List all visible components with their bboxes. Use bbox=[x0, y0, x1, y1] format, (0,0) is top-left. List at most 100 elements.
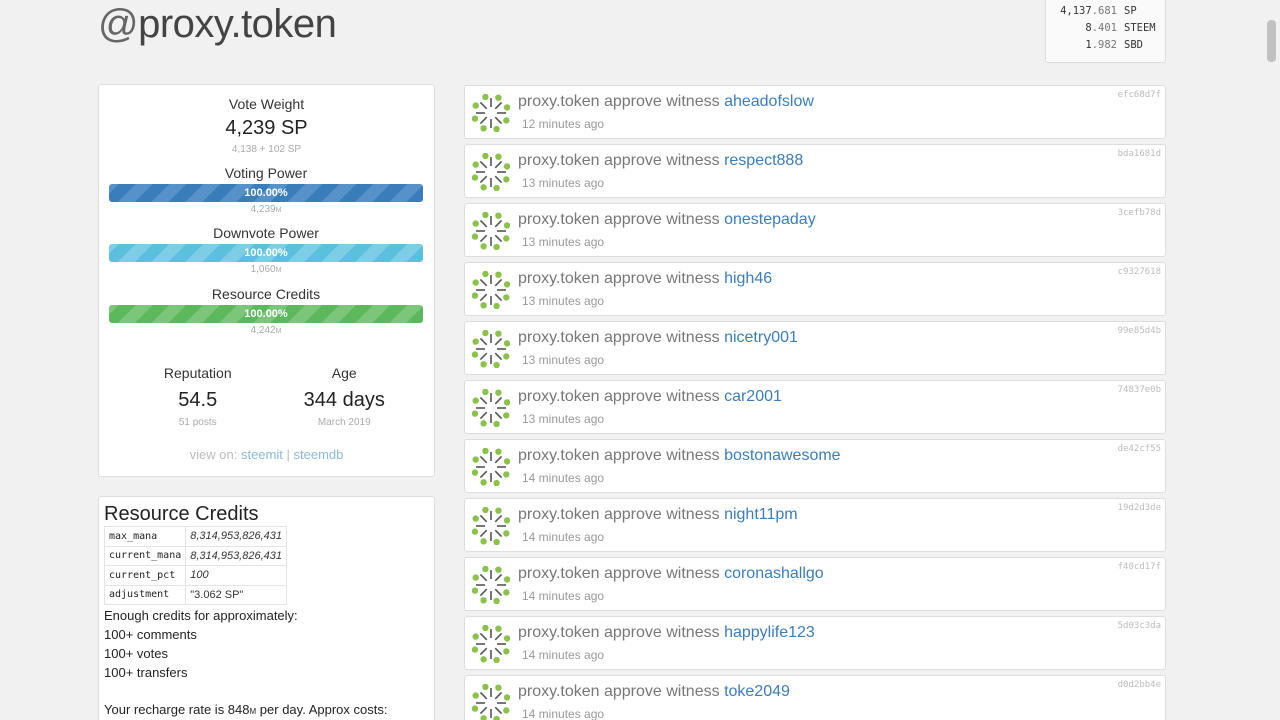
join-date: March 2019 bbox=[317, 417, 371, 428]
list-item: proxy.token approve witness respect888 13… bbox=[464, 144, 1166, 198]
op-actor[interactable]: proxy.token bbox=[518, 329, 600, 346]
op-actor[interactable]: proxy.token bbox=[518, 152, 600, 169]
op-actor[interactable]: proxy.token bbox=[518, 270, 600, 287]
op-witness-link[interactable]: car2001 bbox=[724, 388, 782, 405]
table-row: max_mana 8,314,953,826,431 bbox=[103, 526, 288, 547]
op-description: proxy.token approve witness onestepaday bbox=[518, 211, 816, 229]
list-item: proxy.token approve witness bostonawesom… bbox=[464, 439, 1166, 493]
scrollbar[interactable] bbox=[1263, 0, 1280, 720]
avatar-icon[interactable] bbox=[471, 506, 511, 546]
vote-weight-value: 4,239 SP bbox=[225, 117, 308, 139]
rc-key: current_mana bbox=[103, 545, 187, 566]
op-action: approve witness bbox=[603, 447, 720, 464]
op-actor[interactable]: proxy.token bbox=[518, 93, 600, 110]
balance-sp-int: 4,137 bbox=[1060, 5, 1092, 17]
avatar-icon[interactable] bbox=[471, 624, 511, 664]
op-witness-link[interactable]: bostonawesome bbox=[724, 447, 841, 464]
balance-steem-dec: .401 bbox=[1091, 22, 1117, 34]
op-actor[interactable]: proxy.token bbox=[518, 506, 600, 523]
rc-recharge-suffix: per day. Approx costs: bbox=[256, 702, 388, 717]
page: @proxy.token 4,137.681 SP 8.401 STEEM 1.… bbox=[0, 0, 1280, 720]
balance-sp: 4,137.681 SP bbox=[1046, 3, 1157, 20]
op-witness-link[interactable]: coronashallgo bbox=[724, 565, 824, 582]
op-tx-hash[interactable]: 74837e0b bbox=[1118, 385, 1161, 395]
op-timestamp: 13 minutes ago bbox=[522, 294, 605, 308]
age-label: Age bbox=[331, 365, 357, 381]
op-tx-hash[interactable]: f40cd17f bbox=[1118, 562, 1161, 572]
voting-power-unit: M bbox=[275, 207, 282, 214]
op-action: approve witness bbox=[603, 683, 720, 700]
op-description: proxy.token approve witness coronashallg… bbox=[518, 565, 824, 583]
op-actor[interactable]: proxy.token bbox=[518, 624, 600, 641]
balance-sp-dec: .681 bbox=[1091, 5, 1117, 17]
avatar-icon[interactable] bbox=[471, 447, 511, 487]
downvote-power-block: Downvote Power 100.00% 1,060M bbox=[109, 225, 423, 275]
list-item: proxy.token approve witness nicetry001 13… bbox=[464, 321, 1166, 375]
resource-credits-sub: 4,242M bbox=[109, 325, 423, 336]
op-actor[interactable]: proxy.token bbox=[518, 211, 600, 228]
downvote-power-unit: M bbox=[275, 267, 282, 274]
rc-value: 8,314,953,826,431 bbox=[185, 526, 288, 547]
view-on-separator: | bbox=[286, 447, 290, 462]
op-timestamp: 13 minutes ago bbox=[522, 176, 605, 190]
op-witness-link[interactable]: aheadofslow bbox=[724, 93, 814, 110]
op-witness-link[interactable]: toke2049 bbox=[724, 683, 790, 700]
op-witness-link[interactable]: onestepaday bbox=[724, 211, 816, 228]
scrollbar-thumb[interactable] bbox=[1267, 20, 1276, 62]
avatar-icon[interactable] bbox=[471, 388, 511, 428]
vote-weight-breakdown: 4,138 + 102 SP bbox=[231, 144, 302, 155]
list-item: proxy.token approve witness night11pm 14 … bbox=[464, 498, 1166, 552]
op-timestamp: 12 minutes ago bbox=[522, 117, 605, 131]
op-witness-link[interactable]: happylife123 bbox=[724, 624, 815, 641]
op-witness-link[interactable]: nicetry001 bbox=[724, 329, 798, 346]
op-witness-link[interactable]: respect888 bbox=[724, 152, 803, 169]
avatar-icon[interactable] bbox=[471, 270, 511, 310]
resource-credits-panel: Resource Credits max_mana 8,314,953,826,4… bbox=[98, 496, 435, 720]
op-description: proxy.token approve witness high46 bbox=[518, 270, 772, 288]
op-tx-hash[interactable]: c9327618 bbox=[1118, 267, 1161, 277]
op-actor[interactable]: proxy.token bbox=[518, 683, 600, 700]
avatar-icon[interactable] bbox=[471, 329, 511, 369]
op-tx-hash[interactable]: efc68d7f bbox=[1118, 90, 1161, 100]
rc-comments: 100+ comments bbox=[104, 627, 197, 642]
op-description: proxy.token approve witness respect888 bbox=[518, 152, 803, 170]
op-timestamp: 13 minutes ago bbox=[522, 235, 605, 249]
op-tx-hash[interactable]: 3cefb78d bbox=[1118, 208, 1161, 218]
voting-power-block: Voting Power 100.00% 4,239M bbox=[109, 165, 423, 215]
op-actor[interactable]: proxy.token bbox=[518, 565, 600, 582]
op-actor[interactable]: proxy.token bbox=[518, 447, 600, 464]
op-tx-hash[interactable]: d0d2bb4e bbox=[1118, 680, 1161, 690]
balance-sbd-symbol: SBD bbox=[1124, 39, 1143, 51]
steemit-link[interactable]: steemit bbox=[241, 447, 283, 462]
op-tx-hash[interactable]: 99e85d4b bbox=[1118, 326, 1161, 336]
balance-sbd-dec: .982 bbox=[1091, 39, 1117, 51]
balance-sp-symbol: SP bbox=[1124, 5, 1137, 17]
steemdb-link[interactable]: steemdb bbox=[294, 447, 344, 462]
rc-enough-text: Enough credits for approximately: bbox=[104, 608, 298, 623]
avatar-icon[interactable] bbox=[471, 93, 511, 133]
voting-power-sub: 4,239M bbox=[109, 204, 423, 215]
op-tx-hash[interactable]: bda1681d bbox=[1118, 149, 1161, 159]
list-item: proxy.token approve witness happylife123… bbox=[464, 616, 1166, 670]
rc-key: adjustment bbox=[103, 584, 187, 605]
rc-votes: 100+ votes bbox=[104, 646, 168, 661]
op-timestamp: 14 minutes ago bbox=[522, 530, 605, 544]
avatar-icon[interactable] bbox=[471, 565, 511, 605]
downvote-power-sub: 1,060M bbox=[109, 264, 423, 275]
op-description: proxy.token approve witness nicetry001 bbox=[518, 329, 798, 347]
rc-key: max_mana bbox=[103, 526, 187, 547]
rc-key: current_pct bbox=[103, 565, 187, 586]
op-tx-hash[interactable]: 19d2d3de bbox=[1118, 503, 1161, 513]
account-stats-panel: Vote Weight 4,239 SP 4,138 + 102 SP Voti… bbox=[98, 84, 435, 477]
avatar-icon[interactable] bbox=[471, 152, 511, 192]
op-witness-link[interactable]: night11pm bbox=[724, 506, 798, 523]
op-tx-hash[interactable]: 5d03c3da bbox=[1118, 621, 1161, 631]
list-item: proxy.token approve witness car2001 13 mi… bbox=[464, 380, 1166, 434]
avatar-icon[interactable] bbox=[471, 683, 511, 720]
downvote-power-label: Downvote Power bbox=[213, 225, 319, 241]
op-witness-link[interactable]: high46 bbox=[724, 270, 772, 287]
avatar-icon[interactable] bbox=[471, 211, 511, 251]
op-actor[interactable]: proxy.token bbox=[518, 388, 600, 405]
op-tx-hash[interactable]: de42cf55 bbox=[1118, 444, 1161, 454]
resource-credits-block: Resource Credits 100.00% 4,242M bbox=[109, 286, 423, 336]
